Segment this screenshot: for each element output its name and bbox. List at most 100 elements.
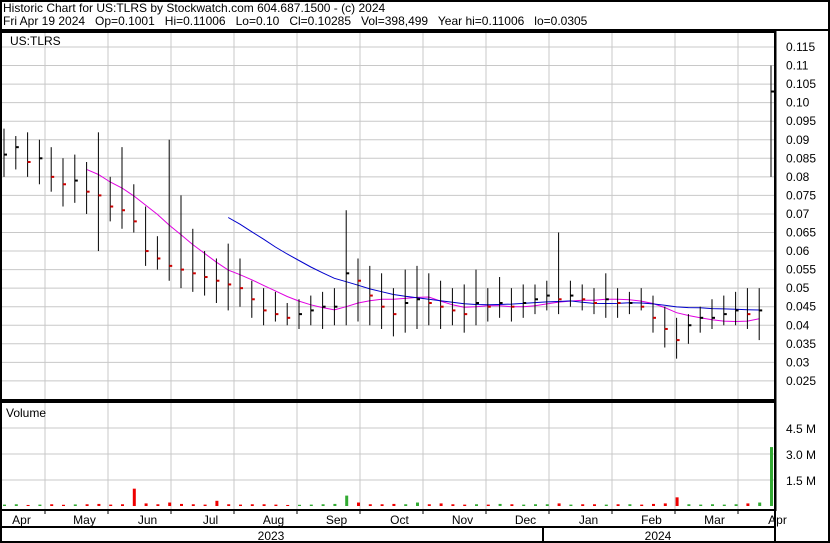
volume-bar bbox=[640, 504, 644, 506]
volume-bar bbox=[392, 503, 396, 506]
volume-bar bbox=[604, 504, 608, 506]
month-label: Apr bbox=[12, 513, 31, 527]
volume-bar bbox=[73, 504, 77, 506]
month-label: Apr bbox=[768, 513, 787, 527]
year-label: 2023 bbox=[258, 529, 285, 543]
ma-long-line bbox=[227, 217, 760, 311]
volume-bar bbox=[345, 495, 349, 506]
volume-bar bbox=[62, 504, 65, 506]
price-tick-label: 0.105 bbox=[786, 77, 816, 91]
price-tick-label: 0.035 bbox=[786, 337, 816, 351]
price-tick-label: 0.095 bbox=[786, 114, 816, 128]
volume-bar bbox=[121, 504, 124, 506]
volume-bar bbox=[262, 504, 266, 506]
gridlines bbox=[0, 32, 775, 510]
volume-bar bbox=[522, 504, 526, 506]
volume-bar bbox=[770, 447, 773, 506]
volume-bar bbox=[475, 504, 478, 506]
price-panel-border bbox=[0, 31, 777, 401]
volume-bar bbox=[109, 504, 113, 506]
volume-bar bbox=[97, 503, 101, 506]
volume-bar bbox=[722, 504, 726, 506]
symbol-label: US:TLRS bbox=[10, 34, 61, 48]
volume-bar bbox=[545, 504, 549, 506]
volume-bar bbox=[227, 504, 231, 506]
price-tick-label: 0.115 bbox=[786, 40, 815, 54]
volume-bar bbox=[274, 504, 278, 506]
volume-bar bbox=[298, 504, 301, 506]
volume-bar bbox=[663, 503, 667, 506]
volume-bar bbox=[380, 504, 384, 506]
volume-bar bbox=[569, 504, 573, 506]
volume-bar bbox=[333, 503, 337, 506]
volume-bar bbox=[239, 504, 242, 506]
volume-panel-border bbox=[0, 401, 777, 511]
month-label: Jan bbox=[579, 513, 598, 527]
stock-chart: Historic Chart for US:TLRS by Stockwatch… bbox=[0, 0, 830, 543]
price-tick-label: 0.04 bbox=[786, 318, 810, 332]
month-label: Feb bbox=[641, 513, 662, 527]
price-tick-label: 0.09 bbox=[786, 133, 810, 147]
outer-border bbox=[0, 0, 830, 543]
year-label: 2024 bbox=[645, 529, 672, 543]
price-tick-label: 0.075 bbox=[786, 188, 816, 202]
volume-bar bbox=[180, 503, 183, 506]
volume-bar bbox=[616, 504, 620, 506]
volume-bar bbox=[581, 504, 585, 506]
month-label: Jun bbox=[138, 513, 157, 527]
chart-canvas: 0.115 0.11 0.105 0.10 0.095 0.09 0.085 0.08 0.07… bbox=[0, 0, 830, 543]
volume-bar bbox=[451, 504, 455, 506]
volume-bars bbox=[3, 447, 773, 506]
volume-bar bbox=[711, 504, 714, 506]
volume-bar bbox=[699, 504, 703, 506]
volume-bar bbox=[746, 503, 750, 506]
volume-bar bbox=[652, 503, 655, 506]
volume-bar bbox=[250, 504, 254, 506]
volume-bar bbox=[593, 504, 596, 506]
volume-bar bbox=[758, 502, 762, 506]
volume-bar bbox=[439, 503, 443, 506]
price-tick-label: 0.055 bbox=[786, 263, 816, 277]
month-label: May bbox=[73, 513, 96, 527]
volume-tick-label: 1.5 M bbox=[786, 474, 816, 488]
volume-bar bbox=[628, 504, 632, 506]
volume-bar bbox=[26, 504, 30, 506]
volume-bar bbox=[321, 504, 325, 506]
volume-bar bbox=[85, 504, 89, 506]
volume-bar bbox=[368, 504, 372, 506]
volume-tick-label: 4.5 M bbox=[786, 422, 816, 436]
volume-bar bbox=[498, 503, 502, 506]
price-tick-label: 0.065 bbox=[786, 226, 816, 240]
volume-bar bbox=[50, 504, 54, 506]
month-label: Dec bbox=[515, 513, 536, 527]
month-label: Sep bbox=[326, 513, 348, 527]
price-bars bbox=[3, 65, 774, 359]
volume-bar bbox=[309, 504, 313, 506]
volume-bar bbox=[463, 504, 467, 506]
price-tick-label: 0.085 bbox=[786, 151, 816, 165]
month-label: Mar bbox=[704, 513, 725, 527]
volume-bar bbox=[427, 504, 431, 506]
volume-bar bbox=[38, 504, 42, 506]
chart-frame bbox=[0, 0, 830, 543]
price-tick-label: 0.10 bbox=[786, 96, 810, 110]
volume-bar bbox=[534, 504, 537, 506]
volume-bar bbox=[734, 504, 738, 506]
price-tick-label: 0.06 bbox=[786, 244, 810, 258]
price-tick-label: 0.07 bbox=[786, 207, 810, 221]
volume-label: Volume bbox=[6, 406, 46, 420]
axis-labels: 0.115 0.11 0.105 0.10 0.095 0.09 0.085 0.08 0.07… bbox=[12, 40, 816, 543]
volume-tick-label: 3.0 M bbox=[786, 448, 816, 462]
price-tick-label: 0.045 bbox=[786, 300, 816, 314]
volume-bar bbox=[404, 504, 408, 506]
volume-bar bbox=[357, 502, 360, 506]
month-label: Jul bbox=[203, 513, 218, 527]
volume-bar bbox=[675, 497, 679, 506]
volume-bar bbox=[14, 504, 18, 506]
volume-bar bbox=[286, 504, 290, 506]
price-tick-label: 0.08 bbox=[786, 170, 810, 184]
volume-bar bbox=[168, 502, 172, 506]
month-label: Aug bbox=[263, 513, 284, 527]
volume-bar bbox=[156, 504, 160, 506]
volume-bar bbox=[144, 503, 148, 506]
